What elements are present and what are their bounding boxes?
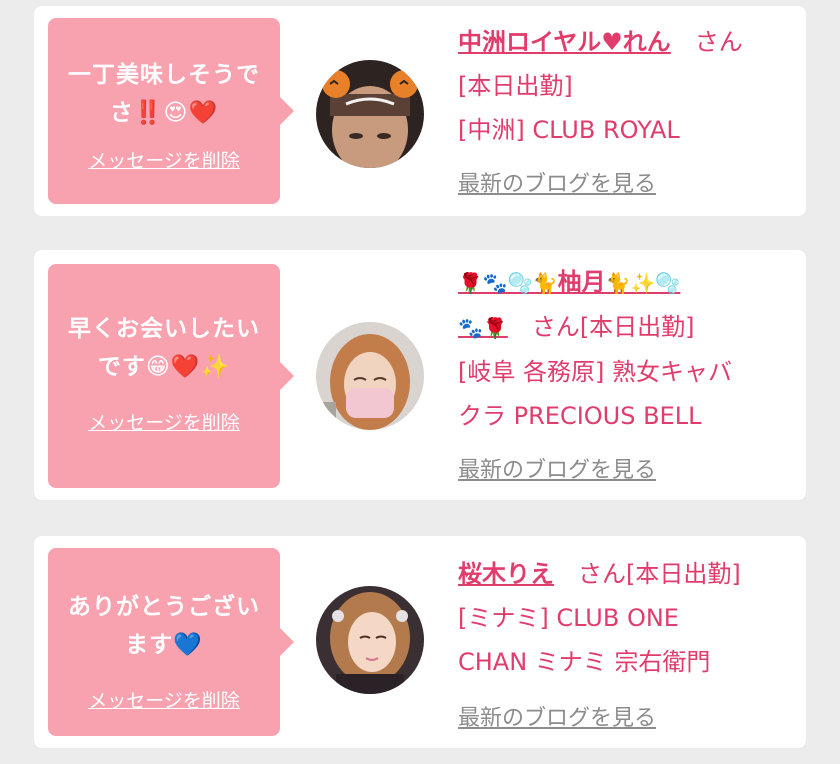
avatar-photo-icon xyxy=(316,60,424,168)
delete-message-link[interactable]: メッセージを削除 xyxy=(48,408,280,435)
delete-message-link[interactable]: メッセージを削除 xyxy=(48,686,280,713)
honorific: さん xyxy=(531,313,580,341)
honorific: さん xyxy=(578,560,626,588)
cast-name-link[interactable]: 中洲ロイヤル♥れん xyxy=(458,28,671,56)
message-card: ありがとうござい ます💙 メッセージを削除 桜木りえ さん[本日出勤] [ミナミ]… xyxy=(34,536,806,748)
message-text: 早くお会いしたい です😁❤️✨ xyxy=(68,316,260,380)
message-bubble: ありがとうござい ます💙 メッセージを削除 xyxy=(48,548,294,736)
status-text: [本日出勤] xyxy=(458,72,573,100)
avatar[interactable] xyxy=(316,322,424,430)
avatar-photo-icon xyxy=(316,322,424,430)
latest-blog-link[interactable]: 最新のブログを見る xyxy=(458,700,656,732)
message-card: 一丁美味しそうで さ‼️😍❤️ メッセージを削除 中洲ロイヤル♥れん さん [本… xyxy=(34,6,806,216)
honorific: さん xyxy=(694,28,743,56)
avatar[interactable] xyxy=(316,586,424,694)
cast-name-link[interactable]: 桜木りえ xyxy=(458,560,554,588)
message-bubble: 一丁美味しそうで さ‼️😍❤️ メッセージを削除 xyxy=(48,18,294,204)
delete-message-link[interactable]: メッセージを削除 xyxy=(48,146,280,173)
venue-text: CHAN ミナミ 宗右衛門 xyxy=(458,648,711,676)
status-text: [本日出勤] xyxy=(579,313,695,341)
message-text: ありがとうござい ます💙 xyxy=(68,594,260,658)
message-bubble: 早くお会いしたい です😁❤️✨ メッセージを削除 xyxy=(48,264,294,488)
message-text: 一丁美味しそうで さ‼️😍❤️ xyxy=(68,62,260,126)
venue-text: [中洲] CLUB ROYAL xyxy=(458,116,680,144)
message-card: 早くお会いしたい です😁❤️✨ メッセージを削除 🌹🐾🫧🐈柚月🐈✨🫧 🐾🌹 さん[… xyxy=(34,250,806,500)
latest-blog-link[interactable]: 最新のブログを見る xyxy=(458,452,656,484)
cast-info: 桜木りえ さん[本日出勤] [ミナミ] CLUB ONE CHAN ミナミ 宗右衛… xyxy=(458,552,798,684)
name-emoji: 🐾🌹 xyxy=(458,316,508,340)
status-text: [本日出勤] xyxy=(626,560,741,588)
venue-text: [岐阜 各務原] 熟女キャバ xyxy=(458,358,732,386)
avatar-photo-icon xyxy=(316,586,424,694)
cast-info: 🌹🐾🫧🐈柚月🐈✨🫧 🐾🌹 さん[本日出勤] [岐阜 各務原] 熟女キャバ クラ P… xyxy=(458,260,798,438)
message-list: 一丁美味しそうで さ‼️😍❤️ メッセージを削除 中洲ロイヤル♥れん さん [本… xyxy=(0,0,840,764)
avatar[interactable] xyxy=(316,60,424,168)
venue-text: クラ PRECIOUS BELL xyxy=(458,402,702,430)
cast-info: 中洲ロイヤル♥れん さん [本日出勤] [中洲] CLUB ROYAL xyxy=(458,20,798,152)
venue-text: [ミナミ] CLUB ONE xyxy=(458,604,679,632)
cast-name-link[interactable]: 柚月 xyxy=(558,268,606,296)
latest-blog-link[interactable]: 最新のブログを見る xyxy=(458,166,656,198)
